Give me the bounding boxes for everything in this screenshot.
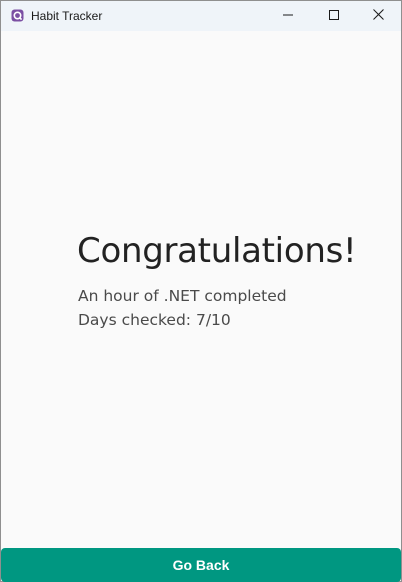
minimize-button[interactable] [265, 1, 311, 31]
days-checked-text: Days checked: 7/10 [78, 311, 231, 329]
habit-completed-text: An hour of .NET completed [78, 287, 287, 305]
close-button[interactable] [355, 1, 401, 31]
app-icon [11, 9, 24, 22]
maximize-icon [329, 7, 339, 25]
maximize-button[interactable] [311, 1, 357, 31]
minimize-icon [283, 7, 293, 25]
close-icon [372, 7, 384, 25]
title-bar[interactable]: Habit Tracker [1, 1, 401, 31]
main-content: Congratulations! An hour of .NET complet… [1, 31, 401, 548]
go-back-button[interactable]: Go Back [1, 548, 401, 582]
window-title: Habit Tracker [31, 9, 103, 23]
app-window: Habit Tracker Congratulations! An hour o… [0, 0, 402, 582]
congratulations-heading: Congratulations! [77, 231, 357, 271]
